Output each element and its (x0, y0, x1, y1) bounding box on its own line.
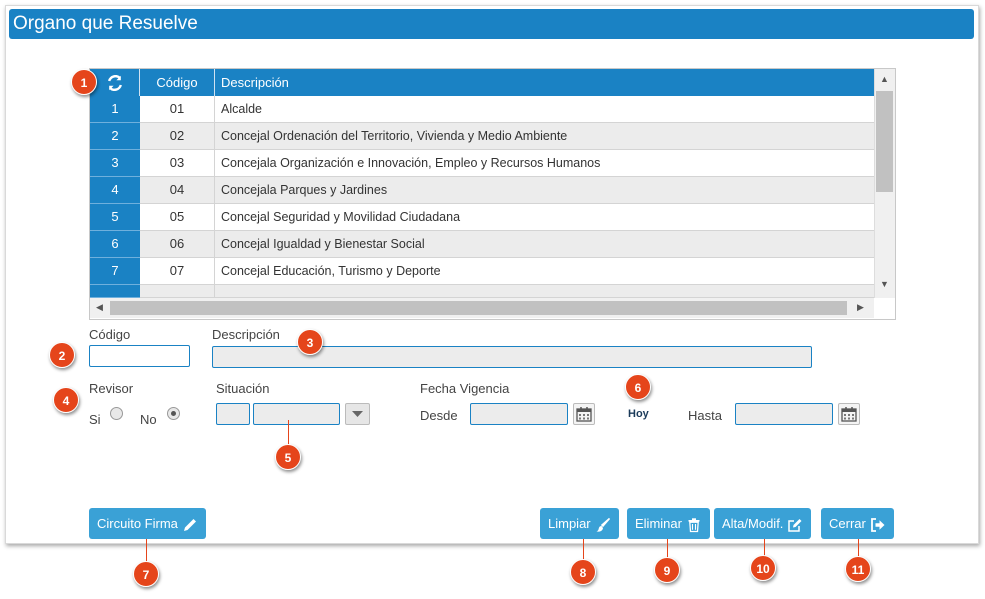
circuito-firma-button[interactable]: Circuito Firma (89, 508, 206, 539)
sign-out-icon (870, 517, 885, 532)
row-number: 7 (90, 258, 140, 285)
table-row[interactable]: 4 04 Concejala Parques y Jardines (90, 177, 874, 204)
circuito-firma-label: Circuito Firma (97, 516, 178, 531)
callout-badge: 2 (49, 342, 75, 368)
row-number: 6 (90, 231, 140, 258)
horizontal-scroll-thumb[interactable] (110, 301, 847, 315)
desde-calendar-button[interactable] (573, 403, 595, 425)
table-row[interactable]: 6 06 Concejal Igualdad y Bienestar Socia… (90, 231, 874, 258)
situacion-label: Situación (216, 381, 270, 396)
callout-badge: 3 (297, 329, 323, 355)
row-code: 04 (140, 177, 215, 204)
scroll-left-icon[interactable]: ◀ (96, 302, 103, 313)
fecha-vigencia-label: Fecha Vigencia (420, 381, 510, 396)
row-number: 1 (90, 96, 140, 123)
table-row[interactable]: 1 01 Alcalde (90, 96, 874, 123)
column-header-description[interactable]: Descripción (215, 69, 874, 96)
situacion-dropdown-button[interactable] (345, 403, 370, 425)
chevron-down-icon (352, 411, 363, 417)
row-code: 01 (140, 96, 215, 123)
revisor-no-label: No (140, 412, 157, 427)
row-description: Concejal Educación, Turismo y Deporte (221, 264, 441, 278)
row-number: 5 (90, 204, 140, 231)
calendar-icon (576, 407, 592, 422)
callout-line (288, 420, 289, 445)
row-code (140, 285, 215, 298)
row-description: Concejal Igualdad y Bienestar Social (221, 237, 425, 251)
revisor-label: Revisor (89, 381, 134, 396)
callout-badge: 8 (570, 559, 596, 585)
horizontal-scrollbar[interactable]: ◀ ▶ (90, 298, 874, 318)
row-description: Concejal Ordenación del Territorio, Vivi… (221, 129, 568, 143)
desde-date-input[interactable] (470, 403, 568, 425)
row-description: Alcalde (221, 102, 262, 116)
table-row[interactable]: 5 05 Concejal Seguridad y Movilidad Ciud… (90, 204, 874, 231)
hoy-link[interactable]: Hoy (628, 408, 649, 420)
callout-badge: 10 (750, 555, 776, 581)
column-header-code[interactable]: Código (140, 69, 215, 96)
eliminar-button[interactable]: Eliminar (627, 508, 710, 539)
data-grid: Código Descripción 1 01 Alcalde 2 02 Con… (89, 68, 896, 320)
scroll-down-icon[interactable]: ▼ (880, 279, 889, 289)
table-row-partial[interactable] (90, 285, 874, 298)
desde-label: Desde (420, 408, 458, 423)
hasta-date-input[interactable] (735, 403, 833, 425)
refresh-icon[interactable] (107, 75, 123, 91)
cerrar-label: Cerrar (829, 516, 866, 531)
alta-modif-label: Alta/Modif. (722, 516, 784, 531)
row-number: 4 (90, 177, 140, 204)
row-code: 07 (140, 258, 215, 285)
limpiar-label: Limpiar (548, 516, 591, 531)
row-description: Concejala Parques y Jardines (221, 183, 388, 197)
row-number (90, 285, 140, 298)
pencil-icon (183, 518, 196, 531)
vertical-scroll-thumb[interactable] (876, 91, 893, 192)
table-row[interactable]: 2 02 Concejal Ordenación del Territorio,… (90, 123, 874, 150)
callout-badge: 6 (625, 374, 651, 400)
callout-badge: 1 (71, 69, 97, 95)
hasta-calendar-button[interactable] (838, 403, 860, 425)
codigo-input[interactable] (89, 345, 190, 367)
row-description: Concejala Organización e Innovación, Emp… (221, 156, 601, 170)
situacion-code-input[interactable] (216, 403, 250, 425)
codigo-label: Código (89, 327, 131, 342)
limpiar-button[interactable]: Limpiar (540, 508, 619, 539)
calendar-icon (841, 407, 857, 422)
refresh-header-cell[interactable] (90, 69, 140, 96)
revisor-no-radio[interactable] (167, 407, 180, 420)
table-row[interactable]: 7 07 Concejal Educación, Turismo y Depor… (90, 258, 874, 285)
table-row[interactable]: 3 03 Concejala Organización e Innovación… (90, 150, 874, 177)
revisor-si-label: Si (89, 412, 101, 427)
trash-icon (688, 517, 700, 532)
scroll-right-icon[interactable]: ▶ (857, 302, 864, 313)
hasta-label: Hasta (688, 408, 722, 423)
edit-icon (788, 518, 802, 532)
scroll-up-icon[interactable]: ▲ (880, 74, 889, 84)
row-number: 2 (90, 123, 140, 150)
callout-badge: 4 (53, 387, 79, 413)
vertical-scrollbar[interactable]: ▲ ▼ (874, 69, 895, 298)
situacion-description-input[interactable] (253, 403, 340, 425)
brush-icon (596, 517, 610, 532)
grid-header: Código Descripción (90, 69, 874, 96)
window-title: Organo que Resuelve (9, 9, 974, 39)
row-code: 03 (140, 150, 215, 177)
alta-modif-button[interactable]: Alta/Modif. (714, 508, 812, 539)
row-description: Concejal Seguridad y Movilidad Ciudadana (221, 210, 461, 224)
eliminar-label: Eliminar (635, 516, 682, 531)
row-code: 05 (140, 204, 215, 231)
callout-badge: 7 (133, 561, 159, 587)
revisor-si-radio[interactable] (110, 407, 123, 420)
callout-badge: 5 (275, 444, 301, 470)
callout-badge: 11 (845, 556, 871, 582)
cerrar-button[interactable]: Cerrar (821, 508, 894, 539)
row-code: 06 (140, 231, 215, 258)
row-code: 02 (140, 123, 215, 150)
row-number: 3 (90, 150, 140, 177)
callout-badge: 9 (654, 557, 680, 583)
descripcion-label: Descripción (212, 327, 280, 342)
